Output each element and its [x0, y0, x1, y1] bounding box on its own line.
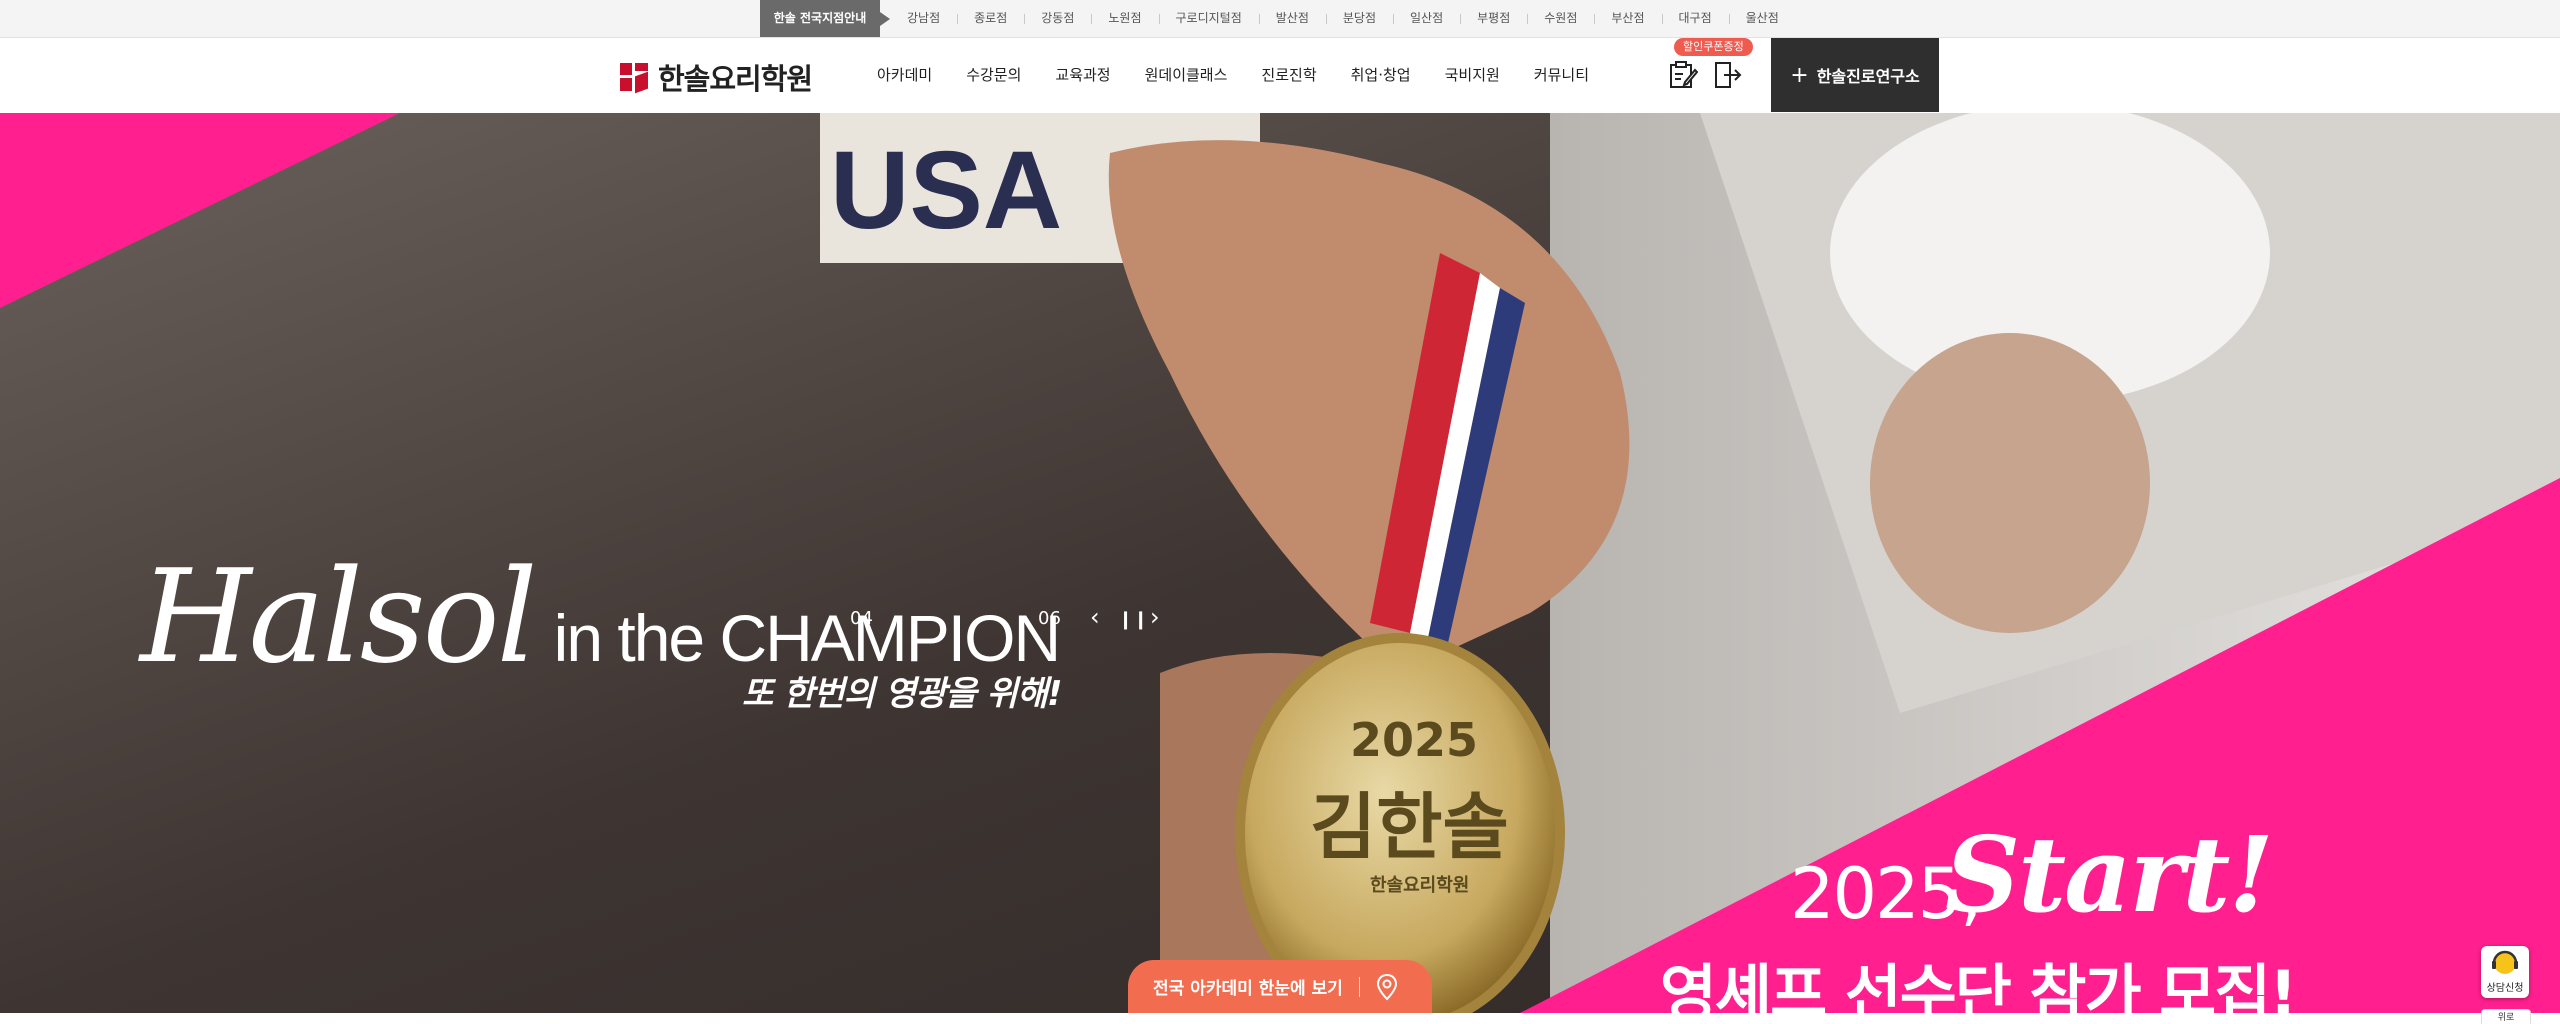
medal-year: 2025	[1350, 713, 1479, 767]
logo[interactable]: 한솔요리학원	[620, 56, 813, 98]
branch-link[interactable]: 강남점	[890, 0, 957, 37]
nav-item[interactable]: 교육과정	[1038, 38, 1127, 112]
slide-current-number: 04	[850, 608, 873, 629]
coupon-badge: 할인쿠폰증정	[1674, 38, 1753, 56]
consult-label: 상담신청	[2486, 983, 2524, 994]
slide-total-number: 06	[1038, 608, 1061, 629]
medal-name: 김한솔	[1310, 785, 1509, 869]
promo-recruit: 영셰프 선수단 참가 모집!	[1660, 957, 2297, 1013]
location-pin-icon	[1376, 973, 1397, 1000]
branch-guide-label[interactable]: 한솔 전국지점안내	[760, 0, 890, 37]
branch-link[interactable]: 구로디지털점	[1158, 0, 1259, 37]
career-lab-label: 한솔진로연구소	[1816, 67, 1920, 86]
medal-academy: 한솔요리학원	[1370, 875, 1470, 896]
logo-mark-icon	[620, 63, 648, 94]
branch-link[interactable]: 울산점	[1728, 0, 1796, 37]
nav-item[interactable]: 국비지원	[1428, 38, 1517, 112]
hero-banner: USA Halsol in the CHAMPION 또 한번의 영광을 위해!…	[0, 113, 2560, 1013]
prev-slide-icon[interactable]: ‹	[1090, 605, 1100, 629]
nav-item[interactable]: 진로진학	[1244, 38, 1333, 112]
branch-link[interactable]: 부산점	[1594, 0, 1661, 37]
hero-title-rest: in the CHAMPION	[553, 601, 1061, 675]
nav-item[interactable]: 원데이클래스	[1128, 38, 1245, 112]
nav-item[interactable]: 아카데미	[860, 38, 949, 112]
branch-bar: 한솔 전국지점안내 강남점 종로점 강동점 노원점 구로디지털점 발산점 분당점 일산점 부평점…	[0, 0, 2560, 38]
hero-title-script: Halsol	[140, 543, 538, 692]
svg-text:USA: USA	[830, 129, 1062, 252]
branch-link[interactable]: 종로점	[957, 0, 1024, 37]
branch-link[interactable]: 부평점	[1460, 0, 1527, 37]
coupon-clipboard-icon[interactable]	[1668, 60, 1698, 90]
branch-link[interactable]: 분당점	[1325, 0, 1393, 37]
login-icon[interactable]	[1712, 60, 1742, 90]
site-header: 한솔요리학원 아카데미 수강문의 교육과정 원데이클래스 진로진학 취업·창업 국비지원 커뮤…	[0, 38, 2560, 112]
nav-item[interactable]: 취업·창업	[1334, 38, 1428, 112]
pause-icon[interactable]: ❙❙	[1118, 608, 1148, 632]
academy-map-button[interactable]: 전국 아카데미 한눈에 보기	[1128, 960, 1432, 1013]
divider	[1358, 976, 1360, 997]
scroll-top-button[interactable]: 위로	[2481, 1009, 2531, 1024]
branch-link[interactable]: 강동점	[1024, 0, 1091, 37]
nav-item[interactable]: 수강문의	[949, 38, 1038, 112]
logo-text: 한솔요리학원	[658, 62, 813, 96]
branch-link[interactable]: 발산점	[1258, 0, 1326, 37]
hero-subtitle: 또 한번의 영광을 위해!	[742, 674, 1063, 714]
plus-icon: +	[1790, 62, 1809, 88]
promo-start: Start!	[1945, 813, 2274, 936]
nav-item[interactable]: 커뮤니티	[1517, 38, 1606, 112]
branch-link[interactable]: 일산점	[1393, 0, 1460, 37]
branch-link[interactable]: 수원점	[1527, 0, 1594, 37]
branch-link[interactable]: 대구점	[1661, 0, 1729, 37]
branch-list: 강남점 종로점 강동점 노원점 구로디지털점 발산점 분당점 일산점 부평점 수원점 부산점 대구점 울…	[890, 0, 1796, 37]
consult-headset-icon	[2492, 950, 2518, 974]
academy-map-label: 전국 아카데미 한눈에 보기	[1153, 979, 1343, 999]
branch-link[interactable]: 노원점	[1091, 0, 1158, 37]
consult-widget[interactable]: 상담신청	[2481, 946, 2529, 998]
main-nav: 아카데미 수강문의 교육과정 원데이클래스 진로진학 취업·창업 국비지원 커뮤니티	[860, 38, 1606, 112]
next-slide-icon[interactable]: ›	[1150, 605, 1160, 629]
career-lab-button[interactable]: + 한솔진로연구소	[1771, 38, 1939, 112]
